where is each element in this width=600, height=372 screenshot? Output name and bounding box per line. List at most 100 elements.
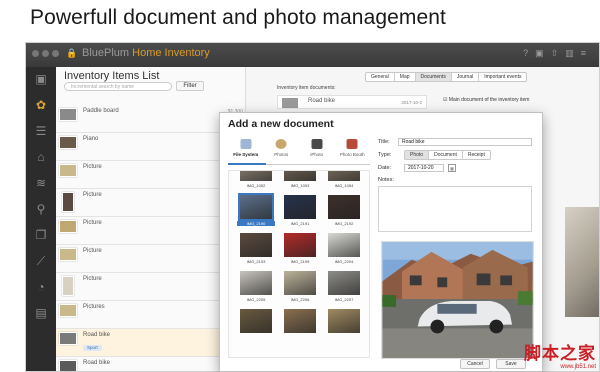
item-name: Picture: [83, 192, 102, 198]
list-item[interactable]: Picture: [56, 217, 246, 245]
item-thumbnail: [59, 304, 77, 317]
save-icon[interactable]: ▣: [535, 48, 551, 58]
image-filename: IMG_2206: [290, 297, 310, 302]
item-thumbnail: [62, 276, 74, 296]
type-option-photo[interactable]: Photo: [405, 151, 430, 159]
image-thumbnail: [240, 309, 272, 333]
detail-tabs: General Map Documents Journal Important even…: [365, 72, 528, 82]
image-filename: IMG_2204: [334, 259, 354, 264]
list-item[interactable]: Pictures: [56, 301, 246, 329]
sidebar: ▣ ✿ ☰ ⌂ ≋ ⚲ ❐ ⟋ ◔ ▤: [26, 67, 56, 371]
pie-chart-icon[interactable]: ◔: [33, 279, 49, 295]
add-document-dialog: Add a new document File System Photos iPho…: [219, 112, 543, 372]
chart-icon[interactable]: ⟋: [33, 253, 49, 269]
photos-icon[interactable]: ▣: [33, 71, 49, 87]
list-item[interactable]: Piano: [56, 133, 246, 161]
list-item[interactable]: Road bikeSport: [56, 357, 246, 371]
image-grid: IMG_1052 IMG_1053 IMG_1054 IMG_2190 IMG_2191…: [228, 170, 370, 358]
app-name: BluePlum Home Inventory: [82, 47, 210, 59]
main-document-checkbox[interactable]: ☑ Main document of the inventory item: [443, 97, 529, 103]
item-name: Road bike: [83, 332, 111, 338]
dialog-title: Add a new document: [228, 118, 334, 130]
search-input[interactable]: Incremental search by name: [64, 82, 172, 91]
tab-important-events[interactable]: Important events: [479, 73, 526, 81]
item-thumbnail: [62, 192, 74, 212]
folder-icon: [240, 139, 252, 149]
tab-general[interactable]: General: [366, 73, 395, 81]
minimize-window-button[interactable]: [42, 50, 49, 57]
clipboard-icon[interactable]: ▤: [33, 305, 49, 321]
inventory-icon[interactable]: ✿: [33, 97, 49, 113]
source-tab-indicator: [228, 163, 370, 165]
help-icon[interactable]: ?: [523, 48, 535, 58]
close-window-button[interactable]: [32, 50, 39, 57]
document-name: Road bike: [308, 98, 336, 104]
list-icon[interactable]: ☰: [33, 123, 49, 139]
item-name: Picture: [83, 276, 102, 282]
tab-map[interactable]: Map: [395, 73, 416, 81]
image-thumbnail: [240, 271, 272, 295]
image-thumbnail: [328, 195, 360, 219]
trash-icon[interactable]: ▥: [565, 48, 581, 58]
image-thumbnail: [240, 171, 272, 181]
notes-textarea[interactable]: [378, 186, 532, 232]
source-tab-label: Photo Booth: [339, 152, 365, 157]
image-thumbnail: [328, 233, 360, 257]
type-option-receipt[interactable]: Receipt: [463, 151, 490, 159]
image-filename: IMG_2192: [334, 221, 354, 226]
image-thumbnail: [284, 271, 316, 295]
list-item[interactable]: Picture: [56, 161, 246, 189]
toolbar-icons: ?▣⇧▥≡: [523, 48, 593, 59]
tab-documents[interactable]: Documents: [415, 73, 452, 81]
image-thumbnail: [328, 271, 360, 295]
tag-icon[interactable]: ⌂: [33, 149, 49, 165]
type-option-document[interactable]: Document: [429, 151, 463, 159]
zoom-window-button[interactable]: [52, 50, 59, 57]
title-label: Title:: [378, 139, 390, 145]
documents-label: Inventory item documents:: [277, 85, 336, 91]
image-filename: IMG_1052: [246, 183, 266, 188]
document-photo: [565, 207, 599, 317]
document-row[interactable]: Road bike 2017-10-2: [277, 95, 427, 109]
cancel-button[interactable]: Cancel: [460, 359, 490, 369]
item-name: Road bike: [83, 360, 111, 366]
headline: Powerfull document and photo management: [30, 6, 446, 29]
source-tab-photos[interactable]: Photos: [264, 138, 300, 163]
filter-button[interactable]: Filter: [176, 81, 204, 91]
source-tab-file-system[interactable]: File System: [228, 138, 264, 163]
title-input[interactable]: Road bike: [398, 138, 532, 146]
list-item[interactable]: Picture: [56, 189, 246, 217]
image-filename: IMG_2207: [334, 297, 354, 302]
save-button[interactable]: Save: [496, 359, 526, 369]
source-tab-iphoto[interactable]: iPhoto: [299, 138, 335, 163]
image-thumbnail: [238, 193, 274, 221]
menu-icon[interactable]: ≡: [581, 48, 593, 58]
stack-icon[interactable]: ≋: [33, 175, 49, 191]
image-thumbnail: [328, 171, 360, 181]
list-title: Inventory Items List: [64, 70, 160, 82]
photos-app-icon: [275, 139, 287, 149]
date-input[interactable]: 2017-10-20: [404, 164, 444, 172]
photo-booth-icon: [346, 139, 358, 149]
item-name: Pictures: [83, 304, 105, 310]
item-name: Picture: [83, 248, 102, 254]
item-name: Picture: [83, 220, 102, 226]
list-item[interactable]: Picture: [56, 273, 246, 301]
tab-journal[interactable]: Journal: [452, 73, 480, 81]
image-thumbnail: [284, 195, 316, 219]
watermark-text: 脚本之家: [524, 344, 596, 364]
list-item[interactable]: Road bike$Sport: [56, 329, 246, 357]
image-thumbnail: [240, 233, 272, 257]
documents-icon[interactable]: ❐: [33, 227, 49, 243]
image-filename: IMG_1054: [334, 183, 354, 188]
source-tab-label: File System: [233, 152, 259, 157]
list-item[interactable]: Picture: [56, 245, 246, 273]
share-icon[interactable]: ⇧: [551, 48, 566, 58]
source-tabs: File System Photos iPhoto Photo Booth: [228, 138, 370, 163]
list-item[interactable]: Paddle board$1,300: [56, 105, 246, 133]
item-thumbnail: [59, 108, 77, 121]
source-tab-photo-booth[interactable]: Photo Booth: [335, 138, 371, 163]
image-filename: IMG_2191: [290, 221, 310, 226]
location-icon[interactable]: ⚲: [33, 201, 49, 217]
calendar-icon[interactable]: ▦: [448, 164, 456, 172]
